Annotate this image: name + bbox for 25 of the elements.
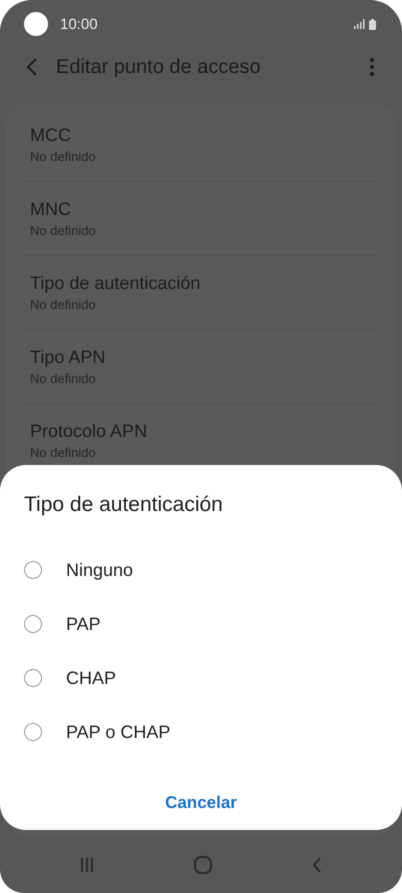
battery-icon xyxy=(369,18,376,30)
option-label[interactable]: PAP o CHAP xyxy=(66,722,170,742)
signal-icon xyxy=(354,19,365,29)
screen-title: Editar punto de acceso xyxy=(56,56,262,78)
setting-title: MNC xyxy=(30,199,72,220)
radio-button[interactable] xyxy=(24,723,42,741)
radio-button[interactable] xyxy=(24,669,42,687)
back-icon[interactable] xyxy=(312,857,322,873)
option-label[interactable]: PAP xyxy=(66,614,101,634)
cancel-button[interactable]: Cancelar xyxy=(153,787,249,819)
back-icon[interactable] xyxy=(26,57,38,77)
setting-title: Protocolo APN xyxy=(30,421,148,442)
status-time: 10:00 xyxy=(60,16,99,32)
dialog-title: Tipo de autenticación xyxy=(24,493,224,517)
setting-title: MCC xyxy=(30,125,72,146)
camera-icon xyxy=(24,12,48,36)
option-label[interactable]: Ninguno xyxy=(66,560,134,580)
option-label[interactable]: CHAP xyxy=(66,668,116,688)
recent-apps-icon[interactable] xyxy=(80,858,94,872)
setting-title: Tipo APN xyxy=(30,347,106,368)
home-icon[interactable] xyxy=(194,856,212,874)
radio-button[interactable] xyxy=(24,561,42,579)
setting-title: Tipo de autenticación xyxy=(30,273,202,294)
more-options-icon[interactable] xyxy=(370,58,374,76)
radio-button[interactable] xyxy=(24,615,42,633)
